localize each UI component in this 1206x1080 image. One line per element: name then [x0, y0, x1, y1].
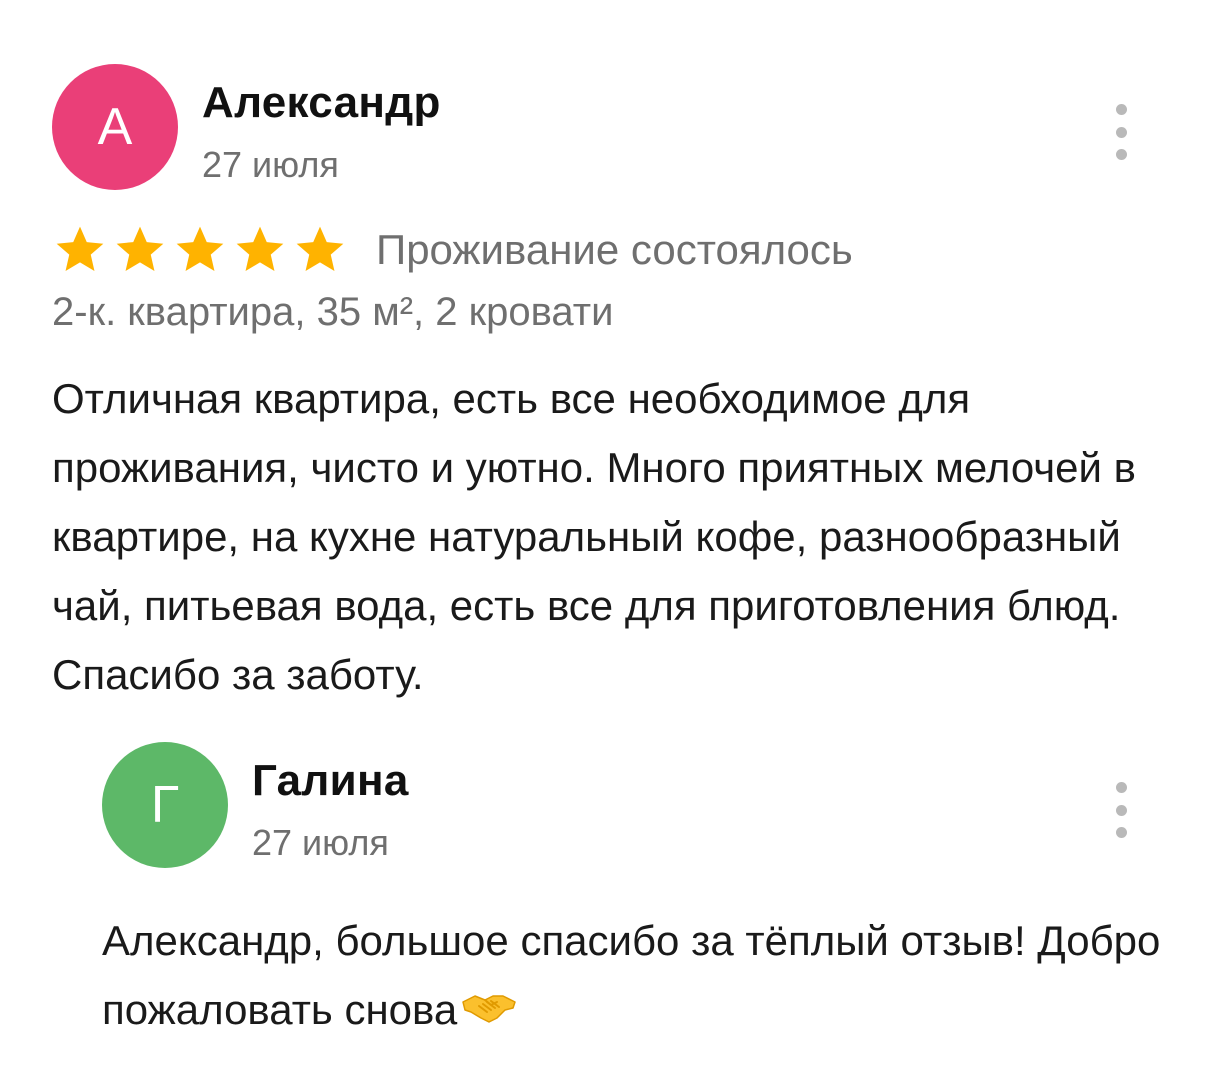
review-more-button[interactable]: [1106, 104, 1136, 160]
review-card: А Александр 27 июля Проживание состоялос…: [0, 0, 1206, 1080]
more-vertical-icon-dot: [1115, 827, 1127, 838]
author-name[interactable]: Александр: [202, 78, 441, 128]
reply-date: 27 июля: [252, 822, 389, 863]
stay-status: Проживание состоялось: [376, 226, 853, 273]
reply-author-avatar[interactable]: Г: [102, 742, 228, 868]
handshake-emoji-icon: [462, 995, 516, 1023]
review-text: Отличная квартира, есть все необходимое …: [52, 375, 1136, 698]
review-date: 27 июля: [202, 144, 339, 185]
star-rating: [52, 222, 348, 278]
more-vertical-icon-dot: [1115, 149, 1127, 160]
star-icon: [116, 226, 164, 271]
reply-author-name[interactable]: Галина: [252, 756, 409, 806]
star-icon: [296, 226, 344, 271]
apartment-info: 2-к. квартира, 35 м², 2 кровати: [52, 290, 614, 334]
author-avatar[interactable]: А: [52, 64, 178, 190]
star-icon: [236, 226, 284, 271]
star-icon: [176, 226, 224, 271]
star-icon: [56, 226, 104, 271]
reply-text-block: Александр, большое спасибо за тёплый отз…: [102, 906, 1182, 1044]
rating-row: Проживание состоялось: [52, 218, 853, 282]
reply-more-button[interactable]: [1106, 782, 1136, 838]
reply-text: Александр, большое спасибо за тёплый отз…: [102, 917, 1161, 1033]
more-vertical-icon: [1115, 782, 1127, 793]
more-vertical-icon-dot: [1115, 804, 1127, 816]
more-vertical-icon: [1115, 104, 1127, 115]
more-vertical-icon-dot: [1115, 126, 1127, 138]
